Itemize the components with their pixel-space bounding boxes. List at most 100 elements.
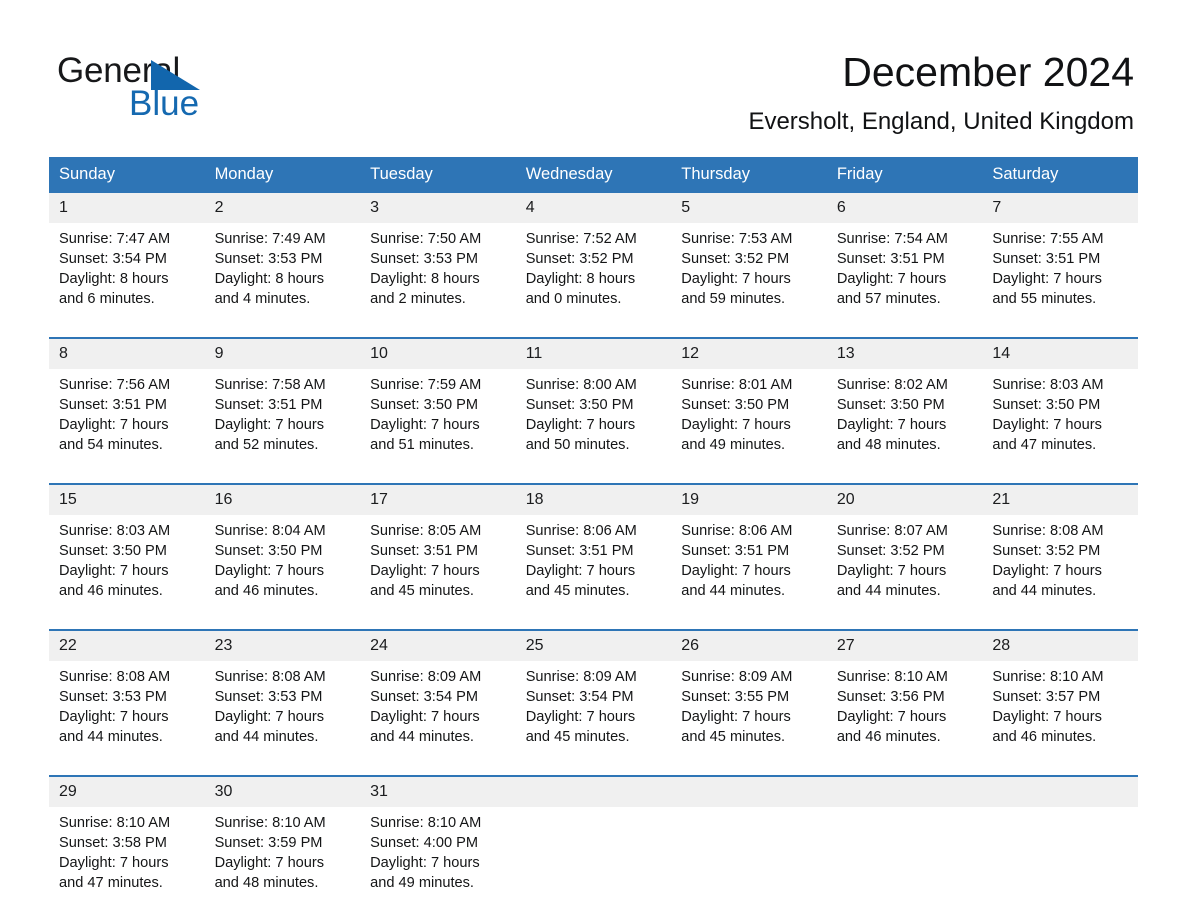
day-cell[interactable]: Sunrise: 8:09 AM Sunset: 3:54 PM Dayligh… (360, 661, 516, 762)
sunrise-text: Sunrise: 7:55 AM (992, 231, 1104, 247)
day-number[interactable]: 25 (515, 630, 672, 661)
day-cell[interactable]: Sunrise: 7:50 AM Sunset: 3:53 PM Dayligh… (360, 223, 516, 324)
day-number[interactable]: 30 (204, 776, 361, 807)
day-number[interactable]: 1 (49, 193, 205, 223)
sunrise-text: Sunrise: 8:03 AM (59, 523, 171, 539)
day-cell[interactable]: Sunrise: 8:03 AM Sunset: 3:50 PM Dayligh… (982, 369, 1138, 470)
day-cell[interactable]: Sunrise: 8:09 AM Sunset: 3:54 PM Dayligh… (516, 661, 672, 762)
day-number[interactable]: 18 (515, 484, 672, 515)
day-cell[interactable]: Sunrise: 8:10 AM Sunset: 3:57 PM Dayligh… (982, 661, 1138, 762)
weekday-header-saturday: Saturday (982, 157, 1138, 193)
day-number[interactable]: 14 (982, 338, 1138, 369)
day-cell[interactable]: Sunrise: 8:10 AM Sunset: 3:59 PM Dayligh… (205, 807, 361, 908)
day-number[interactable]: 31 (360, 776, 516, 807)
day-cell[interactable]: Sunrise: 7:52 AM Sunset: 3:52 PM Dayligh… (516, 223, 672, 324)
sunrise-text: Sunrise: 8:10 AM (992, 669, 1104, 685)
sunrise-text: Sunrise: 7:49 AM (214, 231, 326, 247)
daylight-text-cont: and 45 minutes. (525, 729, 630, 745)
day-number[interactable]: 8 (49, 338, 205, 369)
sunrise-text: Sunrise: 8:01 AM (681, 377, 793, 393)
day-cell[interactable]: Sunrise: 8:08 AM Sunset: 3:53 PM Dayligh… (49, 661, 205, 762)
generalblue-logo[interactable]: General Blue (57, 52, 287, 124)
day-cell[interactable]: Sunrise: 8:10 AM Sunset: 3:56 PM Dayligh… (827, 661, 983, 762)
day-cell[interactable]: Sunrise: 8:05 AM Sunset: 3:51 PM Dayligh… (360, 515, 516, 616)
day-number[interactable]: 11 (515, 338, 672, 369)
sunset-text: Sunset: 3:59 PM (214, 835, 323, 851)
day-cell[interactable]: Sunrise: 7:59 AM Sunset: 3:50 PM Dayligh… (360, 369, 516, 470)
daylight-text: Daylight: 7 hours (370, 855, 480, 871)
day-number-row: 29 30 31 (49, 776, 1138, 807)
daylight-text-cont: and 47 minutes. (59, 875, 163, 891)
sunrise-text: Sunrise: 8:00 AM (525, 377, 637, 393)
day-cell[interactable]: Sunrise: 7:47 AM Sunset: 3:54 PM Dayligh… (49, 223, 205, 324)
day-number[interactable]: 22 (49, 630, 205, 661)
day-cell[interactable]: Sunrise: 8:02 AM Sunset: 3:50 PM Dayligh… (827, 369, 983, 470)
day-number[interactable]: 21 (982, 484, 1138, 515)
sunrise-text: Sunrise: 8:10 AM (59, 815, 171, 831)
day-cell[interactable]: Sunrise: 8:06 AM Sunset: 3:51 PM Dayligh… (516, 515, 672, 616)
sunrise-text: Sunrise: 8:08 AM (59, 669, 171, 685)
week-separator-rule (49, 616, 1138, 631)
sunset-text: Sunset: 3:53 PM (370, 251, 479, 267)
sunrise-text: Sunrise: 8:10 AM (370, 815, 482, 831)
day-cell[interactable]: Sunrise: 7:58 AM Sunset: 3:51 PM Dayligh… (205, 369, 361, 470)
day-number[interactable]: 3 (360, 193, 516, 223)
day-cell[interactable]: Sunrise: 8:08 AM Sunset: 3:53 PM Dayligh… (205, 661, 361, 762)
page-header: General Blue December 2024 Eversholt, En… (0, 0, 1188, 135)
day-cell[interactable]: Sunrise: 7:54 AM Sunset: 3:51 PM Dayligh… (827, 223, 983, 324)
daylight-text: Daylight: 8 hours (214, 271, 325, 287)
calendar-header-row: Sunday Monday Tuesday Wednesday Thursday… (49, 157, 1138, 193)
day-cell[interactable]: Sunrise: 8:10 AM Sunset: 4:00 PM Dayligh… (360, 807, 516, 908)
weekday-header-friday: Friday (826, 157, 983, 193)
day-number[interactable]: 2 (204, 193, 361, 223)
day-number[interactable]: 16 (204, 484, 361, 515)
day-cell[interactable]: Sunrise: 7:56 AM Sunset: 3:51 PM Dayligh… (49, 369, 205, 470)
day-number[interactable]: 23 (204, 630, 361, 661)
logo-text-blue: Blue (129, 84, 200, 123)
day-number-row: 15 16 17 18 19 20 21 (49, 484, 1138, 515)
sunset-text: Sunset: 3:51 PM (992, 251, 1101, 267)
day-number[interactable]: 15 (49, 484, 205, 515)
sunset-text: Sunset: 3:52 PM (681, 251, 790, 267)
daylight-text: Daylight: 7 hours (992, 271, 1102, 287)
sunset-text: Sunset: 3:51 PM (681, 543, 790, 559)
day-detail-row: Sunrise: 7:56 AM Sunset: 3:51 PM Dayligh… (49, 369, 1138, 470)
day-cell[interactable]: Sunrise: 8:07 AM Sunset: 3:52 PM Dayligh… (827, 515, 983, 616)
day-number[interactable]: 27 (826, 630, 983, 661)
sunset-text: Sunset: 3:56 PM (836, 689, 945, 705)
daylight-text: Daylight: 7 hours (59, 563, 169, 579)
daylight-text: Daylight: 8 hours (59, 271, 169, 287)
day-cell[interactable]: Sunrise: 8:01 AM Sunset: 3:50 PM Dayligh… (671, 369, 827, 470)
day-cell[interactable]: Sunrise: 7:53 AM Sunset: 3:52 PM Dayligh… (671, 223, 827, 324)
sunset-text: Sunset: 3:51 PM (525, 543, 634, 559)
day-number[interactable]: 20 (826, 484, 983, 515)
day-number[interactable]: 28 (982, 630, 1138, 661)
day-number[interactable]: 5 (671, 193, 827, 223)
day-number[interactable]: 29 (49, 776, 205, 807)
daylight-text-cont: and 44 minutes. (992, 583, 1097, 599)
day-number[interactable]: 7 (982, 193, 1138, 223)
day-cell[interactable]: Sunrise: 8:09 AM Sunset: 3:55 PM Dayligh… (671, 661, 827, 762)
day-cell[interactable]: Sunrise: 7:49 AM Sunset: 3:53 PM Dayligh… (205, 223, 361, 324)
day-number[interactable]: 17 (360, 484, 516, 515)
day-number[interactable]: 10 (360, 338, 516, 369)
day-number[interactable]: 19 (671, 484, 827, 515)
day-number[interactable]: 13 (826, 338, 983, 369)
day-cell[interactable]: Sunrise: 8:06 AM Sunset: 3:51 PM Dayligh… (671, 515, 827, 616)
day-cell[interactable]: Sunrise: 7:55 AM Sunset: 3:51 PM Dayligh… (982, 223, 1138, 324)
day-number[interactable]: 26 (671, 630, 827, 661)
day-number[interactable]: 12 (671, 338, 827, 369)
day-number[interactable]: 4 (515, 193, 672, 223)
day-cell[interactable]: Sunrise: 8:00 AM Sunset: 3:50 PM Dayligh… (516, 369, 672, 470)
sunset-text: Sunset: 3:50 PM (681, 397, 790, 413)
day-cell[interactable]: Sunrise: 8:03 AM Sunset: 3:50 PM Dayligh… (49, 515, 205, 616)
daylight-text: Daylight: 7 hours (525, 417, 636, 433)
day-number[interactable]: 9 (204, 338, 361, 369)
day-cell[interactable]: Sunrise: 8:08 AM Sunset: 3:52 PM Dayligh… (982, 515, 1138, 616)
day-number[interactable]: 24 (360, 630, 516, 661)
day-cell[interactable]: Sunrise: 8:10 AM Sunset: 3:58 PM Dayligh… (49, 807, 205, 908)
sunset-text: Sunset: 3:51 PM (836, 251, 945, 267)
day-number[interactable]: 6 (826, 193, 983, 223)
daylight-text: Daylight: 8 hours (370, 271, 480, 287)
day-cell[interactable]: Sunrise: 8:04 AM Sunset: 3:50 PM Dayligh… (205, 515, 361, 616)
